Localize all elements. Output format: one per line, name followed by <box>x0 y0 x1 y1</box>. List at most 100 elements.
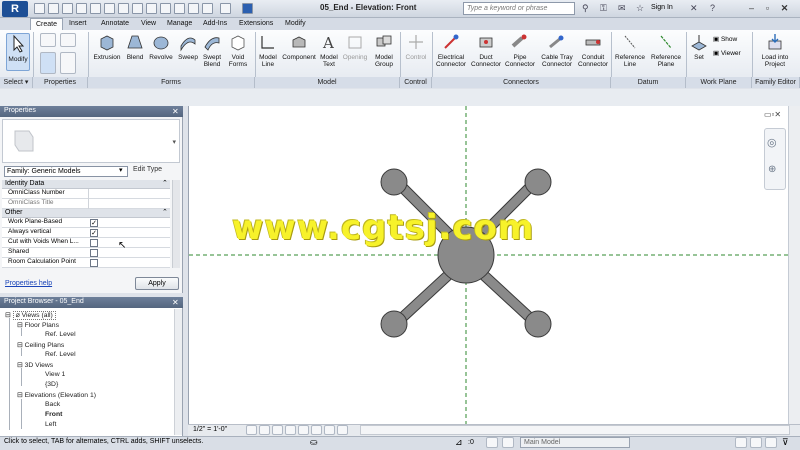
sweep-tool[interactable]: Sweep <box>176 32 200 61</box>
application-menu-button[interactable]: R <box>2 1 28 17</box>
duct-connector-tool[interactable]: Duct Connector <box>470 32 502 68</box>
reference-plane-tool[interactable]: Reference Plane <box>648 32 684 68</box>
group-identity-data[interactable]: Identity Data <box>2 180 170 189</box>
tree-leaf-ref-level-floor[interactable]: Ref. Level <box>45 331 76 338</box>
type-properties-icon[interactable] <box>60 52 76 74</box>
tree-node-views-all[interactable]: ⊟ ⌀ Views (all) <box>5 311 56 320</box>
sign-in-button[interactable]: Sign In <box>651 4 673 11</box>
crop-view-icon[interactable] <box>298 425 309 435</box>
sun-path-icon[interactable] <box>272 425 283 435</box>
always-vertical-checkbox[interactable]: ✓ <box>90 229 98 237</box>
save-icon[interactable] <box>48 3 59 14</box>
properties-help-link[interactable]: Properties help <box>5 280 52 287</box>
collapse-icon[interactable]: ⌃ <box>162 179 168 187</box>
apply-button[interactable]: Apply <box>135 277 179 290</box>
blend-tool[interactable]: Blend <box>124 32 146 61</box>
active-workset-icon[interactable] <box>486 437 498 448</box>
collapse-icon[interactable]: ⌃ <box>162 208 168 216</box>
model-group-tool[interactable]: Model Group <box>372 32 396 68</box>
tab-view[interactable]: View <box>136 18 161 30</box>
editable-only-icon[interactable] <box>502 437 514 448</box>
detail-level-icon[interactable] <box>246 425 257 435</box>
electrical-connector-tool[interactable]: Electrical Connector <box>433 32 469 68</box>
conduit-connector-tool[interactable]: Conduit Connector <box>576 32 610 68</box>
close-hidden-icon[interactable] <box>202 3 213 14</box>
tree-node-floor-plans[interactable]: ⊟ Floor Plans <box>17 321 59 329</box>
pipe-connector-tool[interactable]: Pipe Connector <box>503 32 537 68</box>
restore-view-icon[interactable]: ▭▫✕ <box>764 110 781 119</box>
search-input[interactable]: Type a keyword or phrase <box>463 2 575 15</box>
panel-select[interactable]: Select ▾ <box>0 77 33 88</box>
component-tool[interactable]: Component <box>281 32 317 61</box>
properties-palette-icon[interactable] <box>40 52 56 74</box>
help-icon[interactable]: ? <box>710 3 715 13</box>
drawing-canvas[interactable] <box>188 106 800 424</box>
family-types-icon[interactable] <box>60 33 76 47</box>
show-crop-icon[interactable] <box>311 425 322 435</box>
maximize-button[interactable]: ▫ <box>761 3 774 14</box>
model-text-tool[interactable]: A Model Text <box>318 32 340 68</box>
viewer-button[interactable]: ▣ Viewer <box>713 49 741 57</box>
group-other[interactable]: Other <box>2 209 170 218</box>
family-category-icon[interactable] <box>40 33 56 47</box>
visual-style-icon[interactable] <box>259 425 270 435</box>
text-icon[interactable] <box>146 3 157 14</box>
tree-node-elevations[interactable]: ⊟ Elevations (Elevation 1) <box>17 391 96 399</box>
type-selector-preview[interactable]: ▾ <box>2 119 180 163</box>
tab-annotate[interactable]: Annotate <box>96 18 134 30</box>
tab-manage[interactable]: Manage <box>162 18 197 30</box>
minimize-button[interactable]: – <box>745 3 758 14</box>
project-browser-close-icon[interactable]: ✕ <box>172 298 179 307</box>
tree-leaf-back[interactable]: Back <box>45 401 60 408</box>
tree-leaf-left[interactable]: Left <box>45 421 56 428</box>
zoom-icon[interactable]: ⊕ <box>768 164 776 175</box>
search-icon[interactable]: ⚲ <box>582 3 589 14</box>
tree-node-3d-views[interactable]: ⊟ 3D Views <box>17 361 53 369</box>
properties-close-icon[interactable]: ✕ <box>172 107 179 116</box>
edit-type-button[interactable]: Edit Type <box>133 166 162 173</box>
tab-modify[interactable]: Modify <box>280 18 311 30</box>
tab-add-ins[interactable]: Add-Ins <box>198 18 232 30</box>
tab-insert[interactable]: Insert <box>64 18 92 30</box>
switch-windows-icon[interactable] <box>220 3 231 14</box>
work-plane-based-checkbox[interactable]: ✓ <box>90 219 98 227</box>
exchange-icon[interactable]: ✕ <box>690 3 698 14</box>
omniclass-number-value[interactable] <box>88 189 170 199</box>
tab-extensions[interactable]: Extensions <box>234 18 278 30</box>
select-pinned-icon[interactable] <box>765 437 777 448</box>
measure-icon[interactable] <box>104 3 115 14</box>
shadows-icon[interactable] <box>285 425 296 435</box>
design-options-icon[interactable]: ⊿ <box>455 437 467 448</box>
tree-node-ceiling-plans[interactable]: ⊟ Ceiling Plans <box>17 341 64 349</box>
void-forms-tool[interactable]: Void Forms <box>226 32 250 68</box>
filter-icon[interactable]: ⊽ <box>782 437 789 448</box>
select-links-icon[interactable] <box>735 437 747 448</box>
worksets-icon[interactable]: ⛀ <box>310 437 322 448</box>
dimension-icon[interactable] <box>118 3 129 14</box>
reveal-hidden-icon[interactable] <box>337 425 348 435</box>
undo-icon[interactable] <box>62 3 73 14</box>
model-line-tool[interactable]: Model Line <box>257 32 279 68</box>
dropdown-arrow-icon[interactable]: ▾ <box>119 166 123 174</box>
view-scale[interactable]: 1/2" = 1'-0" <box>193 426 227 433</box>
favorites-icon[interactable]: ☆ <box>636 3 644 14</box>
tree-leaf-front[interactable]: Front <box>45 411 62 418</box>
extrusion-tool[interactable]: Extrusion <box>91 32 123 61</box>
horizontal-scrollbar[interactable] <box>360 425 790 435</box>
modify-tool[interactable]: Modify <box>6 33 30 71</box>
load-into-project-tool[interactable]: Load into Project <box>756 32 794 68</box>
vertical-scrollbar[interactable] <box>788 106 800 424</box>
shared-checkbox[interactable] <box>90 249 98 257</box>
set-tool[interactable]: Set <box>688 32 710 61</box>
steering-wheel-icon[interactable]: ◎ <box>767 136 777 149</box>
tag-icon[interactable] <box>132 3 143 14</box>
cable-tray-connector-tool[interactable]: Cable Tray Connector <box>538 32 576 68</box>
show-button[interactable]: ▣ Show <box>713 35 737 43</box>
properties-scrollbar[interactable] <box>172 180 180 268</box>
revolve-tool[interactable]: Revolve <box>147 32 175 61</box>
subscription-icon[interactable]: ⚿ <box>600 3 607 14</box>
tree-leaf-view-1[interactable]: View 1 <box>45 371 65 378</box>
design-option-selector[interactable]: Main Model <box>520 437 630 448</box>
close-button[interactable]: ✕ <box>778 3 791 14</box>
swept-blend-tool[interactable]: Swept Blend <box>200 32 224 68</box>
